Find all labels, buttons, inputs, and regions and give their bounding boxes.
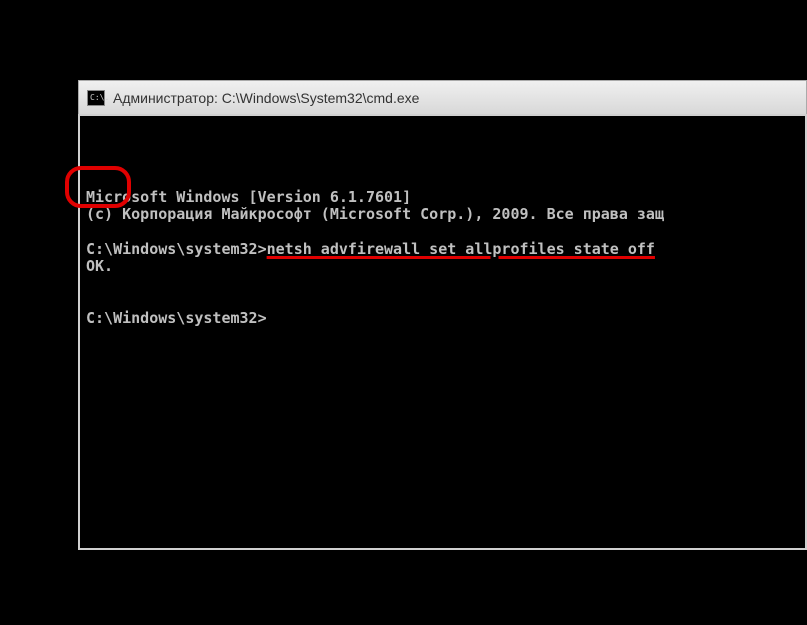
titlebar[interactable]: C:\. Администратор: C:\Windows\System32\… [78, 80, 807, 114]
console-command-line: C:\Windows\system32>netsh advfirewall se… [86, 241, 799, 258]
console-blank-line-2 [86, 275, 799, 292]
console-version-line: Microsoft Windows [Version 6.1.7601] [86, 189, 799, 206]
console-prompt-line: C:\Windows\system32> [86, 310, 799, 327]
console-prompt: C:\Windows\system32> [86, 240, 267, 258]
console-ok-line: ОК. [86, 258, 799, 275]
cmd-icon: C:\. [87, 90, 105, 106]
console-command: netsh advfirewall set allprofiles state … [267, 240, 655, 258]
console-area[interactable]: Microsoft Windows [Version 6.1.7601](с) … [78, 114, 807, 550]
console-blank-line-3 [86, 293, 799, 310]
console-blank-line [86, 224, 799, 241]
console-copyright-line: (с) Корпорация Майкрософт (Microsoft Cor… [86, 206, 799, 223]
window-title: Администратор: C:\Windows\System32\cmd.e… [113, 90, 419, 106]
cmd-window: C:\. Администратор: C:\Windows\System32\… [78, 80, 807, 550]
